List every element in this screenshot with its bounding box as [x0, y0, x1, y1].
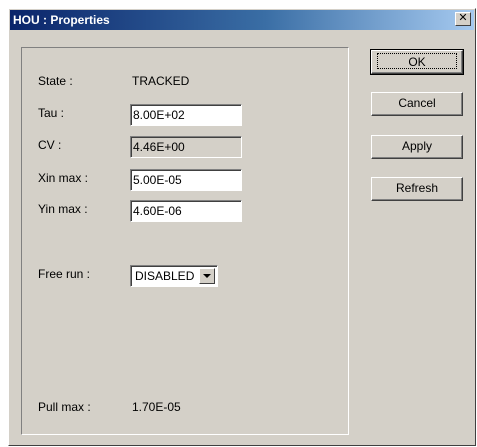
ok-button[interactable]: OK — [370, 49, 464, 75]
cv-label: CV : — [38, 138, 62, 152]
apply-button[interactable]: Apply — [371, 135, 463, 159]
free-run-selected: DISABLED — [135, 269, 195, 283]
xin-max-label: Xin max : — [38, 171, 89, 185]
cv-field — [130, 136, 242, 158]
close-button[interactable]: ✕ — [455, 12, 471, 26]
title-bar[interactable]: HOU : Properties ✕ — [10, 10, 474, 30]
tau-input[interactable] — [130, 104, 242, 126]
close-icon: ✕ — [458, 12, 468, 24]
cancel-button[interactable]: Cancel — [371, 92, 463, 116]
window-title: HOU : Properties — [13, 13, 110, 27]
tau-label: Tau : — [38, 106, 65, 120]
xin-max-input[interactable] — [130, 169, 242, 191]
free-run-label: Free run : — [38, 267, 91, 281]
state-label: State : — [38, 74, 73, 88]
free-run-select[interactable]: DISABLED — [130, 265, 218, 287]
yin-max-input[interactable] — [130, 200, 242, 222]
chevron-down-icon[interactable] — [199, 268, 215, 284]
state-value: TRACKED — [132, 74, 190, 88]
properties-dialog: HOU : Properties ✕ State : TRACKED Tau :… — [8, 8, 476, 446]
pull-max-value: 1.70E-05 — [132, 400, 181, 414]
ok-button-label: OK — [377, 53, 457, 69]
properties-panel: State : TRACKED Tau : CV : Xin max : Yin… — [21, 47, 349, 435]
refresh-button[interactable]: Refresh — [371, 177, 463, 201]
pull-max-label: Pull max : — [38, 400, 91, 414]
yin-max-label: Yin max : — [38, 202, 88, 216]
